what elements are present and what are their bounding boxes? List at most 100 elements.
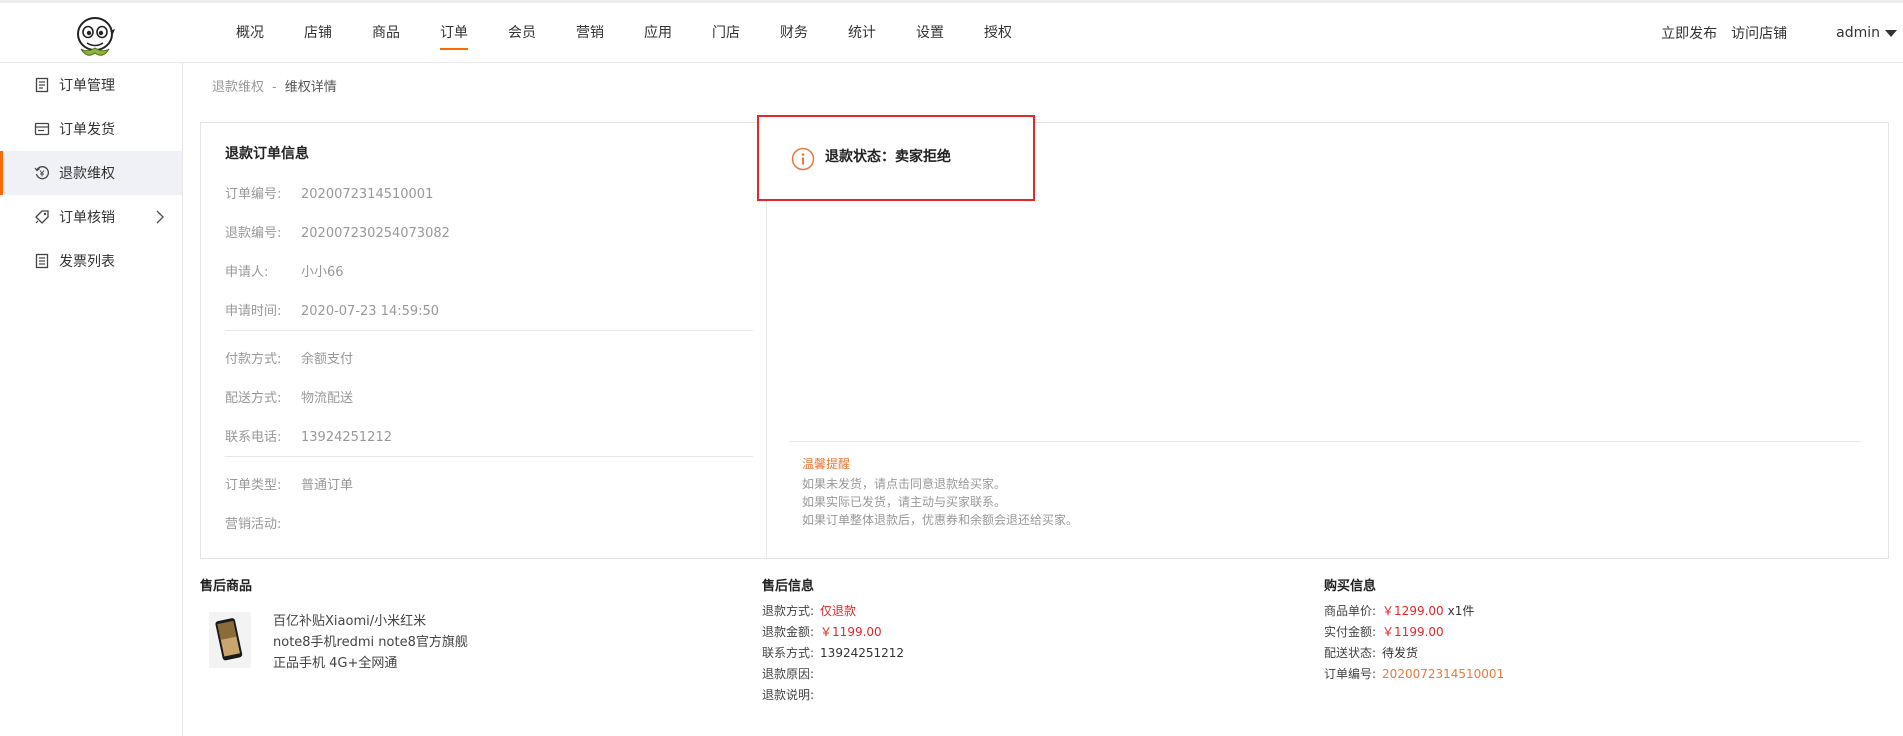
refund-detail-panel: 退款订单信息 订单编号: 2020072314510001 退款编号: 202007… bbox=[200, 122, 1889, 559]
info-row-marketing: 营销活动: bbox=[225, 513, 301, 532]
tip-line: 如果未发货，请点击同意退款给买家。 bbox=[802, 477, 1007, 491]
kv-label: 实付金额: bbox=[1324, 625, 1377, 639]
info-label: 订单类型: bbox=[225, 478, 282, 493]
sidebar-item-label: 订单核销 bbox=[59, 210, 115, 226]
info-value: 物流配送 bbox=[301, 391, 354, 406]
info-row-phone: 联系电话: 13924251212 bbox=[225, 426, 392, 445]
sidebar: 订单管理 订单发货 退款维权 订单核销 发票列表 bbox=[0, 63, 183, 736]
info-value: 小小66 bbox=[301, 265, 344, 280]
refund-status-text: 退款状态：卖家拒绝 bbox=[825, 149, 951, 165]
kv-label: 联系方式: bbox=[762, 646, 815, 660]
info-row-payment: 付款方式: 余额支付 bbox=[225, 348, 353, 367]
kv-label: 配送状态: bbox=[1324, 646, 1377, 660]
info-value: 13924251212 bbox=[301, 430, 392, 445]
nav-products[interactable]: 商品 bbox=[352, 3, 420, 63]
product-name-line: 正品手机 4G+全网通 bbox=[273, 656, 398, 671]
nav-finance[interactable]: 财务 bbox=[760, 3, 828, 63]
contact-method: 联系方式: 13924251212 bbox=[762, 644, 904, 661]
kv-value: ￥1199.00 bbox=[1382, 625, 1444, 639]
header-actions: 立即发布 访问店铺 admin bbox=[1661, 3, 1903, 63]
info-label: 营销活动: bbox=[225, 517, 282, 532]
truck-icon bbox=[34, 122, 50, 136]
nav-settings[interactable]: 设置 bbox=[896, 3, 964, 63]
delivery-status: 配送状态: 待发货 bbox=[1324, 644, 1418, 661]
sidebar-item-invoice-list[interactable]: 发票列表 bbox=[0, 239, 182, 283]
nav-apps[interactable]: 应用 bbox=[624, 3, 692, 63]
nav-overview[interactable]: 概况 bbox=[216, 3, 284, 63]
info-label: 申请时间: bbox=[225, 304, 282, 319]
info-circle-icon bbox=[791, 147, 815, 171]
info-value: 余额支付 bbox=[301, 352, 354, 367]
divider bbox=[225, 456, 753, 457]
nav-store[interactable]: 店铺 bbox=[284, 3, 352, 63]
visit-store-link[interactable]: 访问店铺 bbox=[1731, 23, 1787, 43]
nav-statistics[interactable]: 统计 bbox=[828, 3, 896, 63]
info-row-refund-no: 退款编号: 202007230254073082 bbox=[225, 222, 450, 241]
unit-price: 商品单价: ￥1299.00 x1件 bbox=[1324, 602, 1474, 619]
info-value: 2020-07-23 14:59:50 bbox=[301, 304, 440, 319]
refund-status-box: 退款状态：卖家拒绝 bbox=[757, 115, 1035, 201]
order-list-icon bbox=[35, 77, 49, 93]
kv-value: 仅退款 bbox=[820, 604, 857, 618]
user-menu[interactable]: admin bbox=[1836, 25, 1897, 41]
sidebar-item-order-shipping[interactable]: 订单发货 bbox=[0, 107, 182, 151]
refund-reason: 退款原因: bbox=[762, 665, 820, 682]
breadcrumb-parent[interactable]: 退款维权 bbox=[212, 80, 264, 95]
mascot-logo-icon[interactable] bbox=[73, 15, 117, 61]
kv-label: 退款原因: bbox=[762, 667, 815, 681]
verify-tag-icon bbox=[35, 210, 49, 224]
sidebar-item-order-verify[interactable]: 订单核销 bbox=[0, 195, 182, 239]
breadcrumb-current: 维权详情 bbox=[284, 80, 337, 95]
nav-orders[interactable]: 订单 bbox=[420, 3, 488, 63]
section-title: 退款订单信息 bbox=[225, 146, 309, 162]
purchase-order-no: 订单编号: 2020072314510001 bbox=[1324, 665, 1504, 682]
paid-amount: 实付金额: ￥1199.00 bbox=[1324, 623, 1444, 640]
publish-link[interactable]: 立即发布 bbox=[1661, 23, 1717, 43]
after-sale-info-title: 售后信息 bbox=[762, 579, 815, 594]
refund-order-info: 退款订单信息 订单编号: 2020072314510001 退款编号: 202007… bbox=[201, 123, 767, 558]
kv-label: 退款方式: bbox=[762, 604, 815, 618]
sidebar-item-label: 订单管理 bbox=[59, 78, 115, 94]
info-label: 联系电话: bbox=[225, 430, 282, 445]
info-label: 订单编号: bbox=[225, 187, 282, 202]
info-label: 退款编号: bbox=[225, 226, 282, 241]
product-name-line: note8手机redmi note8官方旗舰 bbox=[273, 635, 468, 650]
kv-value: 13924251212 bbox=[820, 646, 905, 660]
info-row-order-no: 订单编号: 2020072314510001 bbox=[225, 183, 433, 202]
info-label: 申请人: bbox=[225, 265, 269, 280]
invoice-icon bbox=[35, 253, 49, 269]
kv-label: 订单编号: bbox=[1324, 667, 1377, 681]
tips-title: 温馨提醒 bbox=[802, 457, 851, 471]
product-thumbnail[interactable] bbox=[209, 612, 251, 668]
purchase-info-title: 购买信息 bbox=[1324, 579, 1377, 594]
info-row-delivery: 配送方式: 物流配送 bbox=[225, 387, 353, 406]
info-value: 2020072314510001 bbox=[301, 187, 434, 202]
kv-label: 退款金额: bbox=[762, 625, 815, 639]
chevron-right-icon[interactable] bbox=[152, 209, 168, 225]
main-nav: 概况 店铺 商品 订单 会员 营销 应用 门店 财务 统计 设置 授权 bbox=[216, 3, 1032, 63]
top-header: 概况 店铺 商品 订单 会员 营销 应用 门店 财务 统计 设置 授权 立即发布… bbox=[0, 3, 1903, 63]
kv-value[interactable]: 2020072314510001 bbox=[1382, 667, 1504, 681]
sidebar-item-label: 退款维权 bbox=[59, 166, 115, 182]
kv-label: 商品单价: bbox=[1324, 604, 1377, 618]
username: admin bbox=[1836, 25, 1880, 41]
divider bbox=[225, 330, 753, 331]
breadcrumb-separator: - bbox=[272, 80, 277, 95]
sidebar-item-order-management[interactable]: 订单管理 bbox=[0, 63, 182, 107]
sidebar-item-refund[interactable]: 退款维权 bbox=[0, 151, 182, 195]
quantity: x1件 bbox=[1447, 604, 1475, 618]
info-label: 配送方式: bbox=[225, 391, 282, 406]
nav-members[interactable]: 会员 bbox=[488, 3, 556, 63]
product-name-line: 百亿补贴Xiaomi/小米红米 bbox=[273, 614, 427, 629]
info-row-applicant: 申请人: 小小66 bbox=[225, 261, 344, 280]
info-row-apply-time: 申请时间: 2020-07-23 14:59:50 bbox=[225, 300, 439, 319]
tip-line: 如果订单整体退款后，优惠券和余额会退还给买家。 bbox=[802, 513, 1079, 527]
sidebar-item-label: 订单发货 bbox=[59, 122, 115, 138]
info-value: 普通订单 bbox=[301, 478, 354, 493]
nav-authorize[interactable]: 授权 bbox=[964, 3, 1032, 63]
nav-shops[interactable]: 门店 bbox=[692, 3, 760, 63]
info-label: 付款方式: bbox=[225, 352, 282, 367]
breadcrumb: 退款维权 - 维权详情 bbox=[212, 76, 337, 95]
tips-divider bbox=[789, 441, 1861, 442]
nav-marketing[interactable]: 营销 bbox=[556, 3, 624, 63]
